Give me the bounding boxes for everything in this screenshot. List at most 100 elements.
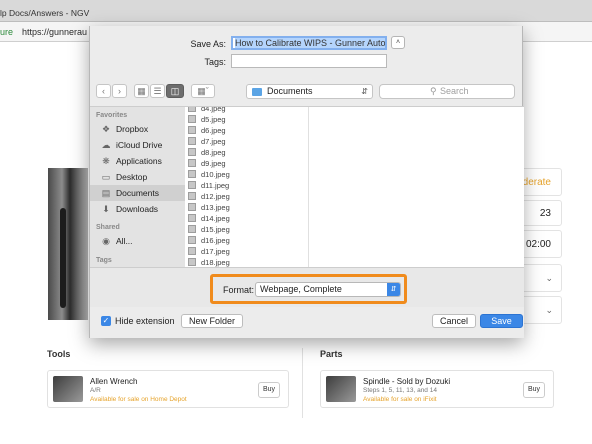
sidebar-item-dropbox[interactable]: ❖ Dropbox <box>90 121 185 137</box>
image-file-icon <box>188 170 196 178</box>
icon-view-button[interactable]: ▦ <box>134 84 149 98</box>
image-file-icon <box>188 126 196 134</box>
shared-header: Shared <box>96 224 120 231</box>
documents-icon: ▤ <box>101 188 111 198</box>
tags-header: Tags <box>96 257 112 264</box>
time-text: 02:00 <box>525 239 551 250</box>
part-card[interactable]: Spindle - Sold by Dozuki Steps 1, 5, 11,… <box>320 370 554 408</box>
hide-extension-checkbox[interactable]: ✓ <box>101 316 111 326</box>
file-item[interactable]: d18.jpeg <box>188 257 230 267</box>
image-file-icon <box>188 203 196 211</box>
section-divider <box>302 348 303 418</box>
new-folder-button[interactable]: New Folder <box>181 314 243 328</box>
tool-thumbnail <box>53 376 83 402</box>
file-item[interactable]: d8.jpeg <box>188 147 226 158</box>
updown-arrows-icon: ⇵ <box>361 87 368 96</box>
file-name: d12.jpeg <box>201 192 230 201</box>
file-name: d4.jpeg <box>201 106 226 113</box>
file-item[interactable]: d11.jpeg <box>188 180 229 191</box>
tool-buy-button[interactable]: Buy <box>258 382 280 398</box>
file-name: d9.jpeg <box>201 159 226 168</box>
group-button[interactable]: ▦ˇ <box>191 84 215 98</box>
downloads-icon: ⬇ <box>102 204 110 214</box>
image-file-icon <box>188 247 196 255</box>
updown-arrows-icon: ⇵ <box>387 283 400 296</box>
image-file-icon <box>188 148 196 156</box>
part-thumbnail <box>326 376 356 402</box>
file-item[interactable]: d9.jpeg <box>188 158 226 169</box>
dialog-footer: ✓ Hide extension New Folder Cancel Save <box>90 307 524 338</box>
file-item[interactable]: d13.jpeg <box>188 202 230 213</box>
sidebar-item-icloud[interactable]: ☁ iCloud Drive <box>90 137 185 153</box>
image-file-icon <box>188 107 196 112</box>
file-item[interactable]: d6.jpeg <box>188 125 226 136</box>
forward-button[interactable]: › <box>112 84 127 98</box>
sidebar-item-label: iCloud Drive <box>116 140 163 150</box>
collapse-button[interactable]: ˄ <box>391 36 405 49</box>
sidebar-item-documents[interactable]: ▤ Documents <box>90 185 185 201</box>
file-name: d11.jpeg <box>201 181 230 190</box>
file-item[interactable]: d14.jpeg <box>188 213 230 224</box>
file-name: d6.jpeg <box>201 126 226 135</box>
save-as-label: Save As: <box>190 39 226 49</box>
part-title[interactable]: Spindle - Sold by Dozuki <box>363 377 450 386</box>
browser-tab[interactable]: lp Docs/Answers - NGV <box>0 4 110 22</box>
save-as-field[interactable]: How to Calibrate WIPS - Gunner Automo <box>231 36 387 50</box>
url-text[interactable]: https://gunnerau <box>22 27 87 37</box>
image-file-icon <box>188 137 196 145</box>
chevron-down-icon[interactable]: ⌄ <box>545 305 553 316</box>
file-item[interactable]: d12.jpeg <box>188 191 230 202</box>
format-label: Format: <box>223 285 255 295</box>
search-input[interactable]: ⚲ Search <box>379 84 515 99</box>
file-column: d4.jpeg d5.jpeg d6.jpeg d7.jpeg d8.jpeg d9.jp… <box>185 107 309 267</box>
hide-extension-label[interactable]: Hide extension <box>115 316 175 326</box>
network-icon: ◉ <box>102 236 110 246</box>
cancel-button[interactable]: Cancel <box>432 314 476 328</box>
difficulty-text: derate <box>522 177 551 188</box>
location-select[interactable]: Documents ⇵ <box>246 84 373 99</box>
sidebar-item-downloads[interactable]: ⬇ Downloads <box>90 201 185 217</box>
sidebar-item-desktop[interactable]: ▭ Desktop <box>90 169 185 185</box>
image-file-icon <box>188 159 196 167</box>
file-item[interactable]: d16.jpeg <box>188 235 230 246</box>
folder-icon <box>252 88 262 96</box>
format-select[interactable]: Webpage, Complete ⇵ <box>255 282 401 297</box>
sidebar-item-label: Documents <box>116 188 159 198</box>
file-name: d7.jpeg <box>201 137 226 146</box>
format-bar: Format: Webpage, Complete ⇵ <box>90 267 524 307</box>
file-browser: d4.jpeg d5.jpeg d6.jpeg d7.jpeg d8.jpeg d9.jp… <box>185 106 524 267</box>
back-button[interactable]: ‹ <box>96 84 111 98</box>
sidebar-item-label: Dropbox <box>116 124 149 134</box>
tool-title[interactable]: Allen Wrench <box>90 377 137 386</box>
file-name: d5.jpeg <box>201 115 226 124</box>
file-item[interactable]: d5.jpeg <box>188 114 226 125</box>
file-item[interactable]: d15.jpeg <box>188 224 230 235</box>
file-name: d16.jpeg <box>201 236 230 245</box>
file-item[interactable]: d10.jpeg <box>188 169 230 180</box>
list-view-button[interactable]: ☰ <box>150 84 165 98</box>
steps-count: 23 <box>539 208 551 219</box>
save-button[interactable]: Save <box>480 314 523 328</box>
image-file-icon <box>188 181 196 189</box>
tools-title: Tools <box>47 349 71 359</box>
file-item[interactable]: d7.jpeg <box>188 136 226 147</box>
part-buy-button[interactable]: Buy <box>523 382 545 398</box>
tags-field[interactable] <box>231 54 387 68</box>
sidebar-item-all-shared[interactable]: ◉ All... <box>90 233 185 249</box>
file-item[interactable]: d4.jpeg <box>188 106 226 114</box>
finder-sidebar: Favorites ❖ Dropbox ☁ iCloud Drive ❋ App… <box>90 106 185 267</box>
save-as-value: How to Calibrate WIPS - Gunner Automo <box>235 38 385 48</box>
part-availability[interactable]: Available for sale on iFixit <box>363 396 437 403</box>
tool-availability[interactable]: Available for sale on Home Depot <box>90 396 187 403</box>
applications-icon: ❋ <box>102 156 110 166</box>
chevron-down-icon[interactable]: ⌄ <box>545 273 553 284</box>
tool-card[interactable]: Allen Wrench A/R Available for sale on H… <box>47 370 289 408</box>
file-item[interactable]: d17.jpeg <box>188 246 230 257</box>
image-file-icon <box>188 115 196 123</box>
sidebar-item-applications[interactable]: ❋ Applications <box>90 153 185 169</box>
tool-quantity: A/R <box>90 387 101 394</box>
file-name: d18.jpeg <box>201 258 230 267</box>
location-text: Documents <box>267 86 313 96</box>
guide-photo <box>48 168 88 320</box>
column-view-button[interactable]: ◫ <box>166 84 184 98</box>
